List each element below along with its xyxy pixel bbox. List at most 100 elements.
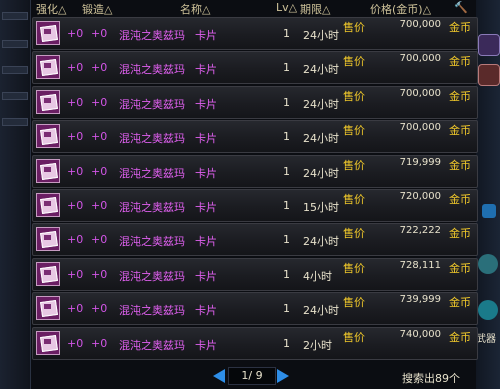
swirl-icon[interactable] — [478, 300, 498, 320]
item-period: 24小时 — [303, 304, 339, 318]
enhance-value: +0 — [67, 199, 84, 212]
right-sidebar: 武器 — [476, 0, 500, 389]
item-price: 700,000 — [399, 19, 441, 30]
page-indicator: 1/ 9 — [228, 367, 276, 385]
arrow-icon[interactable] — [482, 204, 496, 218]
item-price: 728,111 — [399, 259, 441, 271]
item-period: 2小时 — [303, 338, 332, 352]
currency-unit: 金币 — [449, 124, 471, 138]
item-price: 722,222 — [399, 225, 441, 237]
sort-name[interactable]: 名称△ — [180, 1, 210, 17]
forge-value: +0 — [91, 267, 108, 281]
forge-value: +0 — [91, 27, 108, 40]
forge-value: +0 — [91, 61, 108, 75]
sale-label: 售价 — [343, 89, 365, 103]
item-level: 1 — [283, 61, 290, 75]
item-type: 卡片 — [195, 235, 217, 249]
item-name: 混沌之奥兹玛 — [119, 338, 185, 352]
item-period: 24小时 — [303, 235, 339, 249]
item-level: 1 — [283, 302, 290, 316]
sidebar-tab[interactable] — [2, 66, 28, 74]
sort-enhance[interactable]: 强化△ — [36, 1, 66, 17]
left-sidebar — [0, 0, 31, 389]
item-name: 混沌之奥兹玛 — [119, 304, 185, 318]
item-name: 混沌之奥兹玛 — [119, 29, 185, 42]
forge-value: +0 — [91, 95, 108, 109]
search-result-count: 搜索出89个 — [402, 372, 460, 385]
card-item-icon — [36, 261, 60, 286]
card-item-icon — [36, 21, 60, 45]
item-type: 卡片 — [195, 269, 217, 283]
item-level: 1 — [283, 95, 290, 109]
item-name: 混沌之奥兹玛 — [119, 235, 185, 249]
item-period: 24小时 — [303, 63, 339, 77]
item-price: 720,000 — [399, 191, 441, 202]
currency-unit: 金币 — [449, 261, 471, 275]
item-type: 卡片 — [195, 304, 217, 318]
sidebar-tab[interactable] — [2, 92, 28, 100]
sidebar-tab[interactable] — [2, 118, 28, 126]
item-type: 卡片 — [195, 201, 217, 214]
item-price: 700,000 — [399, 53, 441, 65]
item-level: 1 — [283, 267, 290, 281]
prev-page-icon[interactable] — [213, 369, 225, 383]
table-row[interactable]: +0 +0 混沌之奥兹玛 卡片 1 24小时 售价 700,000 金币 — [32, 120, 478, 154]
currency-unit: 金币 — [449, 55, 471, 69]
item-price: 700,000 — [399, 122, 441, 134]
wrench-icon[interactable]: 🔨 — [454, 1, 468, 14]
item-name: 混沌之奥兹玛 — [119, 63, 185, 77]
sale-label: 售价 — [343, 227, 365, 241]
card-item-icon — [36, 227, 60, 252]
table-row[interactable]: +0 +0 混沌之奥兹玛 卡片 1 24小时 售价 719,999 金币 — [32, 154, 478, 188]
sale-label: 售价 — [343, 193, 365, 206]
sidebar-tab[interactable] — [2, 12, 28, 20]
enhance-value: +0 — [67, 302, 84, 316]
item-price: 740,000 — [399, 328, 441, 340]
item-price: 719,999 — [399, 156, 441, 168]
card-item-icon — [36, 330, 60, 355]
enhance-value: +0 — [67, 233, 84, 247]
sort-period[interactable]: 期限△ — [300, 1, 330, 17]
sale-label: 售价 — [343, 296, 365, 310]
skill-slot-icon[interactable] — [478, 34, 500, 56]
table-row[interactable]: +0 +0 混沌之奥兹玛 卡片 1 24小时 售价 700,000 金币 — [32, 85, 478, 119]
table-row[interactable]: +0 +0 混沌之奥兹玛 卡片 1 24小时 售价 739,999 金币 — [32, 292, 478, 326]
currency-unit: 金币 — [449, 193, 471, 206]
card-item-icon — [36, 296, 60, 321]
item-type: 卡片 — [195, 338, 217, 352]
item-name: 混沌之奥兹玛 — [119, 166, 185, 180]
table-row[interactable]: +0 +0 混沌之奥兹玛 卡片 1 4小时 售价 728,111 金币 — [32, 257, 478, 291]
table-row[interactable]: +0 +0 混沌之奥兹玛 卡片 1 24小时 售价 722,222 金币 — [32, 223, 478, 257]
item-price: 739,999 — [399, 294, 441, 306]
item-period: 24小时 — [303, 29, 339, 42]
item-name: 混沌之奥兹玛 — [119, 97, 185, 111]
item-type: 卡片 — [195, 63, 217, 77]
sidebar-tab[interactable] — [2, 40, 28, 48]
item-level: 1 — [283, 130, 290, 144]
table-row[interactable]: +0 +0 混沌之奥兹玛 卡片 1 24小时 售价 700,000 金币 — [32, 51, 478, 85]
forge-value: +0 — [91, 130, 108, 144]
item-period: 24小时 — [303, 166, 339, 180]
currency-unit: 金币 — [449, 227, 471, 241]
sale-label: 售价 — [343, 55, 365, 69]
table-row[interactable]: +0 +0 混沌之奥兹玛 卡片 1 15小时 售价 720,000 金币 — [32, 189, 478, 222]
sort-level[interactable]: Lv△ — [276, 1, 297, 14]
item-name: 混沌之奥兹玛 — [119, 201, 185, 214]
card-item-icon — [36, 193, 60, 217]
forge-value: +0 — [91, 233, 108, 247]
next-page-icon[interactable] — [277, 369, 289, 383]
column-header: 强化△ 锻造△ 名称△ Lv△ 期限△ 价格(金币)△ 🔨 — [30, 0, 478, 16]
item-type: 卡片 — [195, 132, 217, 146]
card-item-icon — [36, 55, 60, 80]
card-item-icon — [36, 158, 60, 183]
forge-value: +0 — [91, 302, 108, 316]
table-row[interactable]: +0 +0 混沌之奥兹玛 卡片 1 2小时 售价 740,000 金币 — [32, 326, 478, 360]
item-type: 卡片 — [195, 166, 217, 180]
skill-slot-icon[interactable] — [478, 64, 500, 86]
sort-forge[interactable]: 锻造△ — [82, 1, 112, 17]
table-row[interactable]: +0 +0 混沌之奥兹玛 卡片 1 24小时 售价 700,000 金币 — [32, 17, 478, 50]
gem-icon[interactable] — [478, 254, 498, 274]
sort-price[interactable]: 价格(金币)△ — [370, 1, 431, 17]
enhance-value: +0 — [67, 164, 84, 178]
card-item-icon — [36, 89, 60, 114]
